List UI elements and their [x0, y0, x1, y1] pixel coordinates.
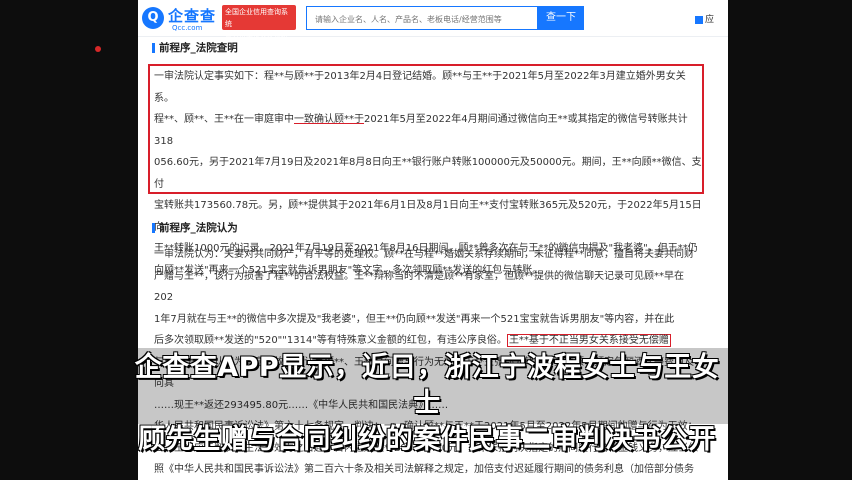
red-dot — [95, 46, 101, 52]
findings-line: 056.60元，另于2021年7月19日及2021年8月8日向王**银行账户转账… — [154, 157, 702, 190]
official-badge: 全国企业信用查询系统 官方备案企业征信机构 — [222, 5, 296, 52]
app-icon — [694, 15, 703, 24]
caption-line-1: 企查查APP显示，近日，浙江宁波程女士与王女士 — [134, 352, 720, 419]
findings-line: 一审法院认定事实如下：程**与顾**于2013年2月4日登记结婚。顾**与王**… — [154, 71, 686, 104]
header-app-label: 应 — [704, 15, 714, 25]
caption-line-2: 顾先生赠与合同纠纷的案件民事二审判决书公开 — [138, 424, 716, 455]
section-title-opinion: 前程序_法院认为 — [152, 220, 238, 235]
findings-segment: 程**、顾**、王**在一审庭审中 — [154, 114, 294, 125]
opinion-line: 照《中华人民共和国民事诉讼法》第二百六十条及相关司法解释之规定，加倍支付迟延履行… — [154, 464, 694, 475]
header-app-link[interactable]: 应 — [694, 12, 714, 25]
logo-name[interactable]: 企查查 — [168, 5, 216, 26]
search-button[interactable]: 查一下 — [538, 6, 584, 30]
badge-line-1: 全国企业信用查询系统 — [225, 8, 288, 28]
search-box — [306, 6, 553, 31]
video-caption: 企查查APP显示，近日，浙江宁波程女士与王女士 顾先生赠与合同纠纷的案件民事二审… — [122, 350, 732, 458]
opinion-line: 产赠与王**，该行为损害了程**的合法权益。王**辩称当时不清楚顾**有家室，但… — [154, 270, 684, 304]
right-dark-margin — [728, 0, 852, 480]
section-title-text: 前程序_法院查明 — [159, 42, 238, 54]
section-title-findings: 前程序_法院查明 — [152, 40, 238, 55]
left-dark-margin — [0, 0, 138, 480]
opinion-segment: 后多次领取顾**发送的"520""1314"等有特殊意义金额的红包，有违公序良俗… — [154, 335, 507, 346]
search-input[interactable] — [307, 8, 553, 31]
opinion-line: 一审法院认为：夫妻对共同财产，有平等的处理权。顾**在与程**婚姻关系存续期间，… — [154, 249, 694, 260]
site-header: Q 企查查 Qcc.com 全国企业信用查询系统 官方备案企业征信机构 查一下 … — [138, 0, 728, 52]
highlighted-phrase: 王**基于不正当男女关系接受无偿赠 — [506, 334, 671, 347]
qcc-logo-icon[interactable]: Q — [142, 7, 164, 29]
opinion-line: 1年7月就在与王**的微信中多次提及"我老婆"，但王**仍向顾**发送"再来一个… — [154, 313, 675, 325]
section-title-text: 前程序_法院认为 — [159, 222, 238, 234]
logo-domain: Qcc.com — [172, 24, 203, 32]
section-marker-icon — [152, 43, 155, 53]
underlined-phrase: 一致确认顾**于 — [294, 114, 364, 125]
section-marker-icon — [152, 223, 155, 233]
findings-line: 程**、顾**、王**在一审庭审中一致确认顾**于2021年5月至2022年4月… — [154, 109, 702, 152]
